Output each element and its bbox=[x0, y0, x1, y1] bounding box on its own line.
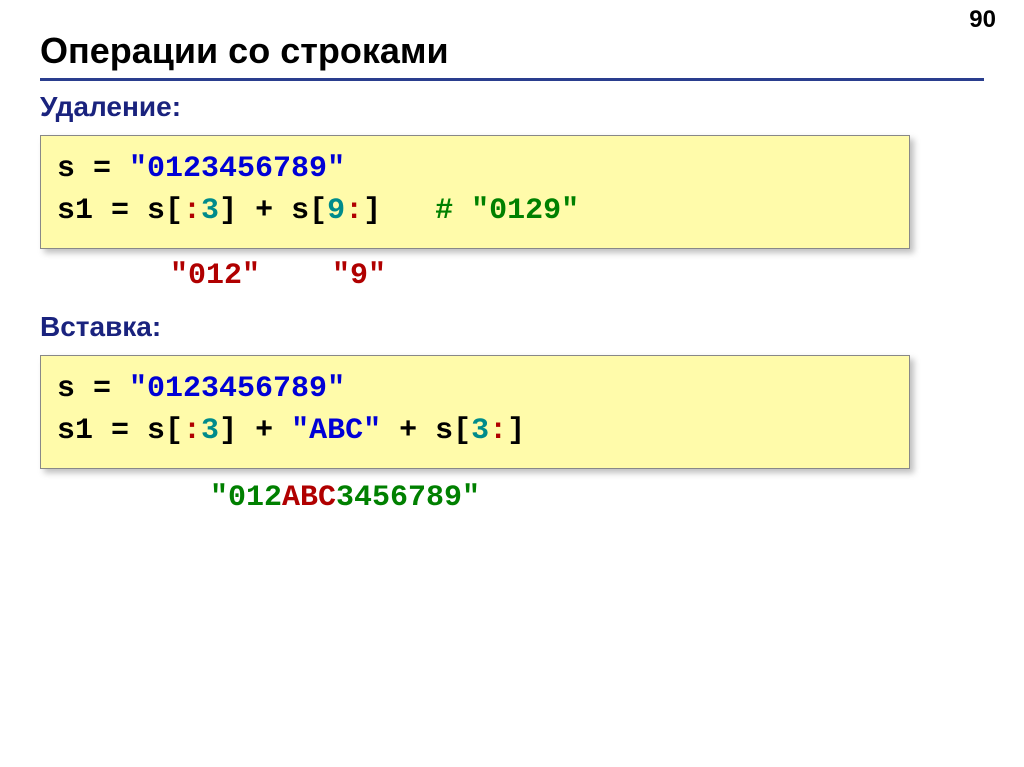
code-seg: : bbox=[183, 194, 201, 228]
delete-result: "012" "9" bbox=[40, 259, 984, 293]
result-seg: "012" bbox=[170, 259, 260, 293]
code-seg: 3 bbox=[201, 414, 219, 448]
code-seg: = s[ bbox=[93, 194, 183, 228]
insert-line2: s1 = s[:3] + "ABC" + s[3:] bbox=[57, 410, 893, 452]
code-seg: + s[ bbox=[381, 414, 471, 448]
code-seg: "ABC" bbox=[291, 414, 381, 448]
code-seg: = s[ bbox=[93, 414, 183, 448]
code-seg: = bbox=[75, 372, 129, 406]
delete-label: Удаление: bbox=[40, 91, 984, 123]
insert-label: Вставка: bbox=[40, 311, 984, 343]
code-seg: 9 bbox=[327, 194, 345, 228]
result-seg: 3456789" bbox=[336, 481, 480, 515]
code-seg: ] + bbox=[219, 414, 291, 448]
delete-line1: s = "0123456789" bbox=[57, 148, 893, 190]
code-seg: ] bbox=[507, 414, 525, 448]
code-seg: 3 bbox=[201, 194, 219, 228]
code-seg: 3 bbox=[471, 414, 489, 448]
delete-code-block: s = "0123456789" s1 = s[:3] + s[9:] # "0… bbox=[40, 135, 910, 249]
result-spacer bbox=[260, 259, 332, 293]
code-seg: "0123456789" bbox=[129, 152, 345, 186]
result-seg: "9" bbox=[332, 259, 386, 293]
result-seg: "012 bbox=[210, 481, 282, 515]
result-seg: ABC bbox=[282, 481, 336, 515]
insert-line1: s = "0123456789" bbox=[57, 368, 893, 410]
insert-result: "012ABC3456789" bbox=[40, 481, 984, 515]
code-seg: = bbox=[75, 152, 129, 186]
code-seg: s bbox=[57, 372, 75, 406]
insert-code-block: s = "0123456789" s1 = s[:3] + "ABC" + s[… bbox=[40, 355, 910, 469]
code-seg: : bbox=[489, 414, 507, 448]
code-seg: ] + s[ bbox=[219, 194, 327, 228]
code-seg: : bbox=[183, 414, 201, 448]
code-seg: s bbox=[57, 152, 75, 186]
code-seg: s1 bbox=[57, 414, 93, 448]
slide-content: Операции со строками Удаление: s = "0123… bbox=[0, 0, 1024, 515]
code-seg: "0123456789" bbox=[129, 372, 345, 406]
page-number: 90 bbox=[969, 6, 996, 34]
code-seg: # "0129" bbox=[435, 194, 579, 228]
code-seg: : bbox=[345, 194, 363, 228]
delete-line2: s1 = s[:3] + s[9:] # "0129" bbox=[57, 190, 893, 232]
code-seg: ] bbox=[363, 194, 435, 228]
code-seg: s1 bbox=[57, 194, 93, 228]
page-title: Операции со строками bbox=[40, 30, 984, 81]
